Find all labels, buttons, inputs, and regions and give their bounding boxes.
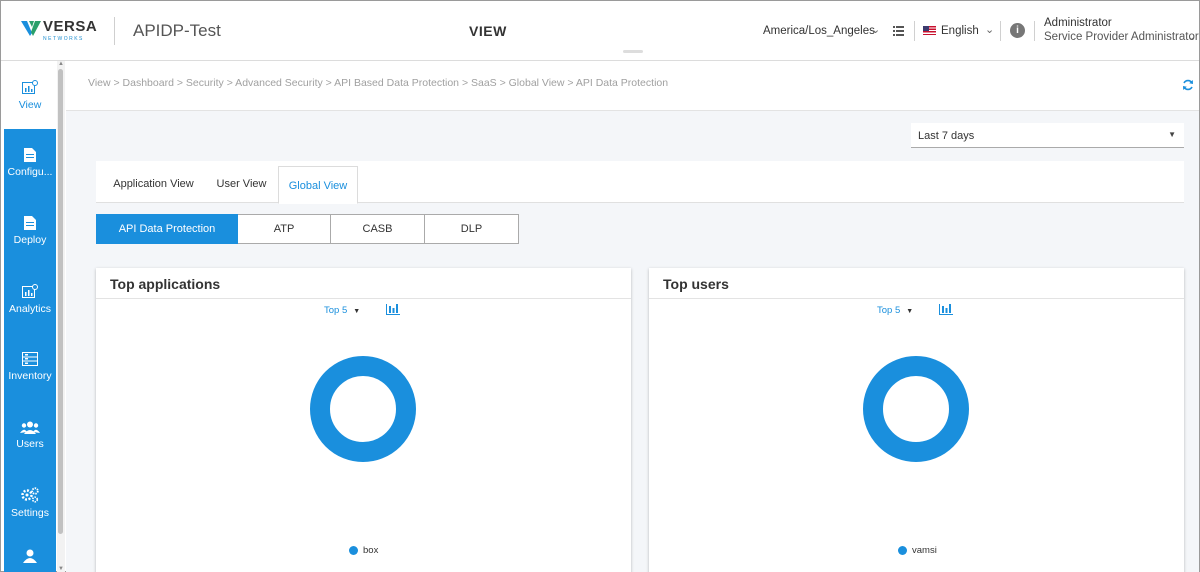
top-n-selector[interactable]: Top 5 ▼: [324, 305, 360, 316]
scroll-down-icon[interactable]: ▼: [57, 566, 65, 572]
chevron-down-icon[interactable]: ⌄: [871, 23, 880, 36]
sidebar-item-label: Settings: [11, 507, 49, 519]
bar-chart-icon[interactable]: [939, 303, 953, 315]
document-icon: [24, 148, 36, 162]
sidebar-item-more[interactable]: [4, 537, 56, 572]
users-donut-chart: [863, 356, 969, 462]
versa-logo-icon: [21, 21, 41, 36]
top-n-value: Top 5: [324, 305, 348, 316]
logo-text: VERSA: [43, 18, 98, 35]
tab-global-view[interactable]: Global View: [278, 166, 358, 204]
user-role[interactable]: Service Provider Administrator: [1044, 31, 1199, 43]
card-title: Top applications: [110, 276, 221, 292]
caret-down-icon: ▼: [353, 308, 361, 315]
scroll-up-icon[interactable]: ▲: [57, 61, 65, 67]
time-range-select[interactable]: Last 7 days ▼: [911, 123, 1184, 148]
caret-down-icon: ▼: [1168, 130, 1176, 139]
caret-down-icon: ▼: [906, 308, 914, 315]
tenant-name[interactable]: APIDP-Test: [133, 21, 221, 41]
sidebar: View Configu... Deploy Analytics Invento…: [4, 61, 56, 572]
segment-dlp[interactable]: DLP: [425, 214, 519, 244]
top-n-selector[interactable]: Top 5 ▼: [877, 305, 913, 316]
segment-atp[interactable]: ATP: [238, 214, 331, 244]
bar-chart-icon[interactable]: [386, 303, 400, 315]
sidebar-item-users[interactable]: Users: [4, 401, 56, 469]
chart-legend[interactable]: box: [349, 545, 378, 556]
tab-application-view[interactable]: Application View: [106, 161, 201, 203]
users-icon: [20, 421, 40, 434]
collapse-handle[interactable]: [623, 50, 643, 53]
time-range-value: Last 7 days: [918, 130, 975, 142]
category-segments: API Data Protection ATP CASB DLP: [96, 214, 519, 244]
sidebar-item-label: Deploy: [13, 234, 47, 246]
person-icon: [23, 549, 37, 563]
sidebar-item-label: Users: [16, 437, 44, 450]
document-icon: [24, 216, 36, 230]
sidebar-item-label: View: [18, 98, 42, 111]
view-chart-icon: [22, 79, 38, 94]
top-n-value: Top 5: [877, 305, 901, 316]
card-title: Top users: [663, 276, 729, 292]
donut-slice-box[interactable]: [310, 356, 416, 462]
header-separator: [1000, 21, 1001, 41]
sidebar-item-configure[interactable]: Configu...: [4, 129, 56, 197]
donut-slice-vamsi[interactable]: [863, 356, 969, 462]
sidebar-item-analytics[interactable]: Analytics: [4, 265, 56, 333]
timezone-selector[interactable]: America/Los_Angeles: [763, 25, 875, 37]
top-header: VERSA NETWORKS APIDP-Test VIEW America/L…: [1, 1, 1199, 61]
breadcrumb[interactable]: View > Dashboard > Security > Advanced S…: [88, 77, 668, 89]
breadcrumb-bar: View > Dashboard > Security > Advanced S…: [66, 61, 1199, 111]
logo-subtext: NETWORKS: [43, 36, 84, 42]
chart-legend[interactable]: vamsi: [898, 545, 937, 556]
scrollbar-thumb[interactable]: [58, 69, 63, 534]
sidebar-scrollbar[interactable]: ▲ ▼: [57, 61, 65, 572]
header-separator: [914, 21, 915, 41]
refresh-icon[interactable]: [1182, 79, 1194, 91]
segment-casb[interactable]: CASB: [331, 214, 425, 244]
header-divider: [114, 17, 115, 45]
sidebar-item-view[interactable]: View: [4, 61, 56, 129]
inventory-icon: [22, 352, 38, 366]
legend-swatch: [349, 546, 358, 555]
chevron-down-icon[interactable]: ⌄: [985, 23, 994, 36]
legend-label: vamsi: [912, 545, 937, 556]
card-divider: [96, 298, 631, 299]
tab-user-view[interactable]: User View: [209, 161, 274, 203]
versa-logo[interactable]: VERSA NETWORKS: [21, 18, 98, 42]
analytics-chart-icon: [22, 283, 38, 298]
view-tabs: Application View User View Global View: [96, 161, 1184, 204]
card-divider: [649, 298, 1184, 299]
legend-swatch: [898, 546, 907, 555]
gears-icon: [21, 487, 39, 503]
sidebar-item-label: Configu...: [7, 166, 53, 178]
top-applications-card: Top applications Top 5 ▼ box: [96, 268, 631, 572]
chevron-down-icon[interactable]: ⌄: [1187, 30, 1196, 43]
segment-api-data-protection[interactable]: API Data Protection: [96, 214, 238, 244]
user-name[interactable]: Administrator: [1044, 17, 1112, 29]
sidebar-item-settings[interactable]: Settings: [4, 469, 56, 537]
sidebar-item-label: Analytics: [8, 302, 51, 315]
task-list-icon[interactable]: [893, 26, 904, 36]
legend-label: box: [363, 545, 379, 556]
us-flag-icon: [923, 26, 936, 35]
top-users-card: Top users Top 5 ▼ vamsi: [649, 268, 1184, 572]
main-content: Last 7 days ▼ Application View User View…: [66, 111, 1199, 572]
sidebar-item-inventory[interactable]: Inventory: [4, 333, 56, 401]
header-separator: [1034, 21, 1035, 41]
sidebar-item-deploy[interactable]: Deploy: [4, 197, 56, 265]
sidebar-item-label: Inventory: [8, 370, 52, 382]
page-title: VIEW: [469, 23, 507, 39]
language-selector[interactable]: English: [941, 25, 979, 37]
applications-donut-chart: [310, 356, 416, 462]
info-icon[interactable]: i: [1010, 23, 1025, 38]
